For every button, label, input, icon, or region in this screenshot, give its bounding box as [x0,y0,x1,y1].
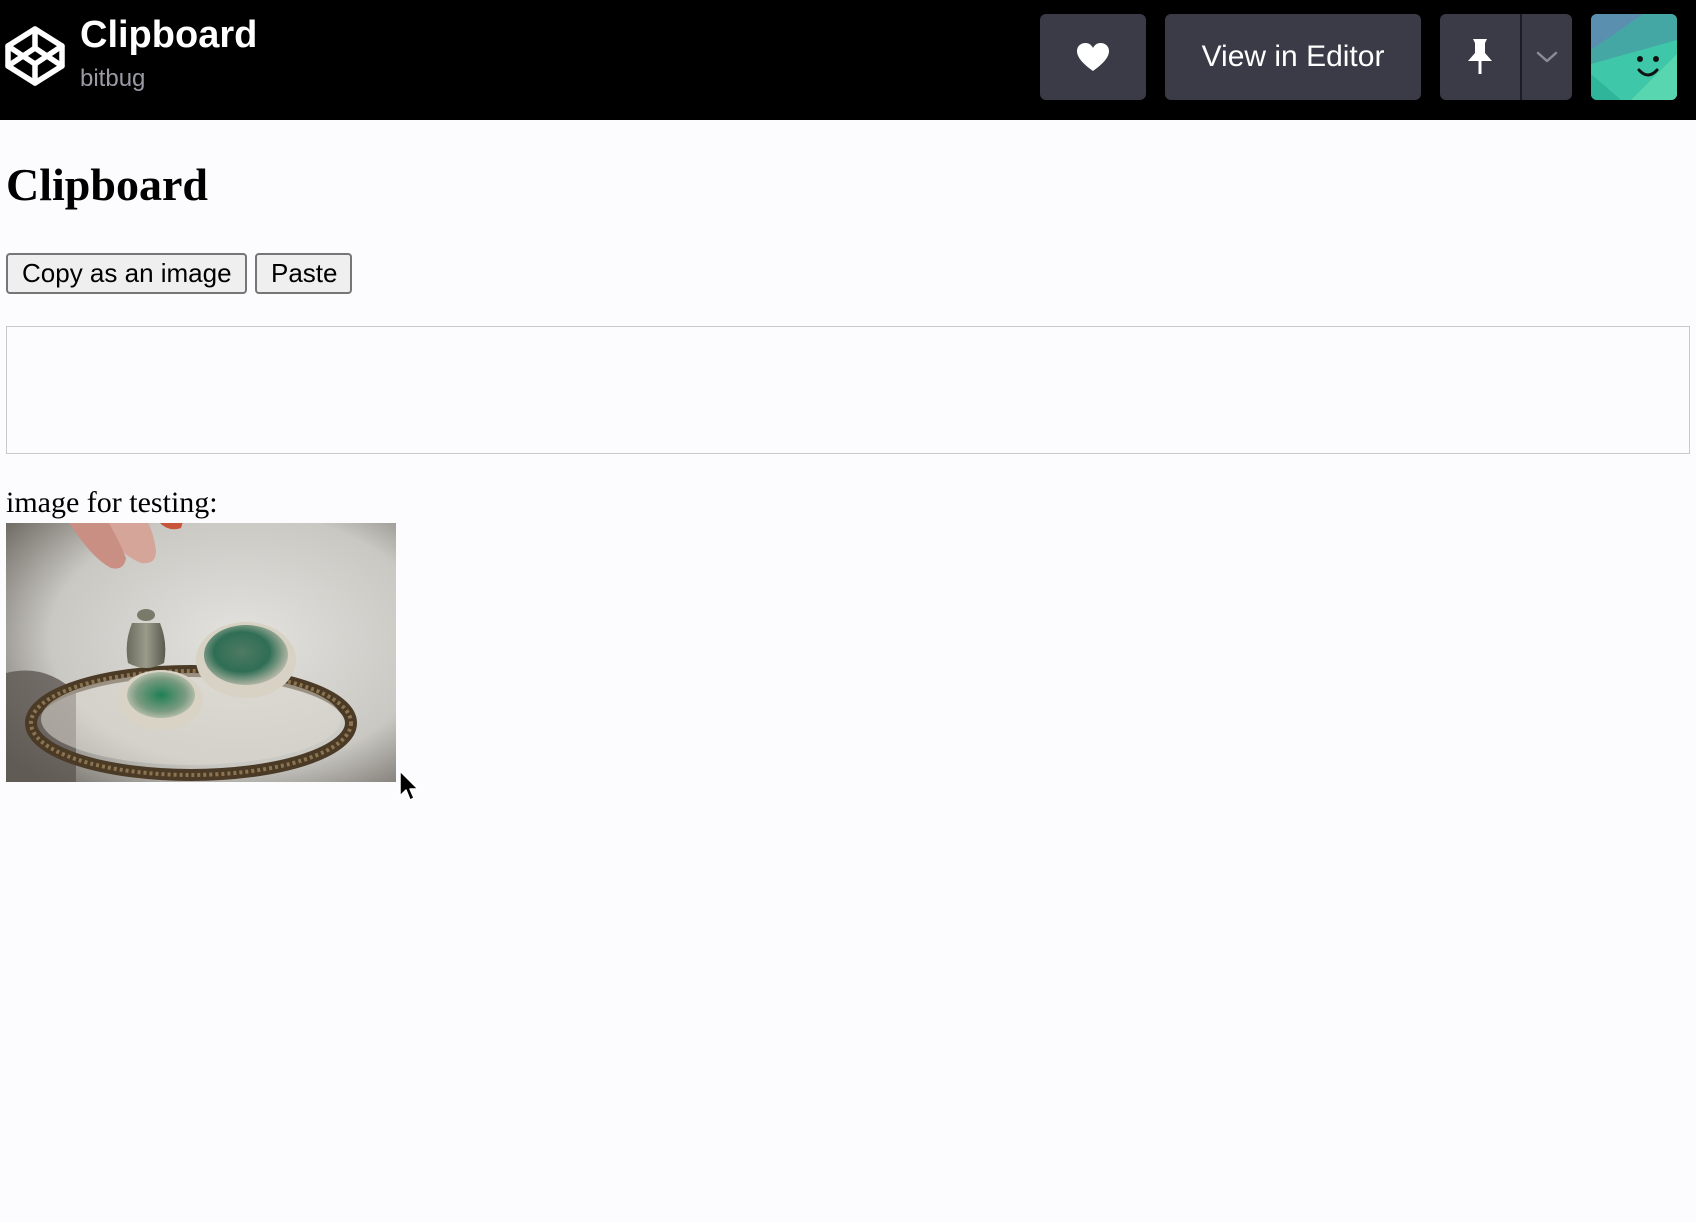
view-in-editor-button[interactable]: View in Editor [1165,14,1421,100]
love-button[interactable] [1040,14,1146,100]
paste-target-area[interactable] [6,326,1690,454]
pen-title: Clipboard [80,14,258,56]
pin-button[interactable] [1440,14,1520,100]
chevron-down-icon [1536,51,1558,63]
preview-content: Clipboard Copy as an image Paste image f… [0,120,1696,1222]
copy-as-image-button[interactable]: Copy as an image [6,253,247,294]
pen-author-link[interactable]: bitbug [80,64,145,94]
pin-button-group [1440,14,1572,100]
pin-menu-button[interactable] [1522,14,1572,100]
image-label: image for testing: [6,486,218,519]
mouse-cursor-icon [399,770,419,801]
heart-icon [1077,43,1109,71]
avatar[interactable] [1591,14,1677,100]
test-image [6,523,396,782]
topbar: Clipboard bitbug View in Editor [0,0,1696,120]
page-heading: Clipboard [6,159,208,210]
paste-button[interactable]: Paste [255,253,352,294]
codepen-logo-icon[interactable] [4,25,66,87]
pin-icon [1468,39,1492,74]
